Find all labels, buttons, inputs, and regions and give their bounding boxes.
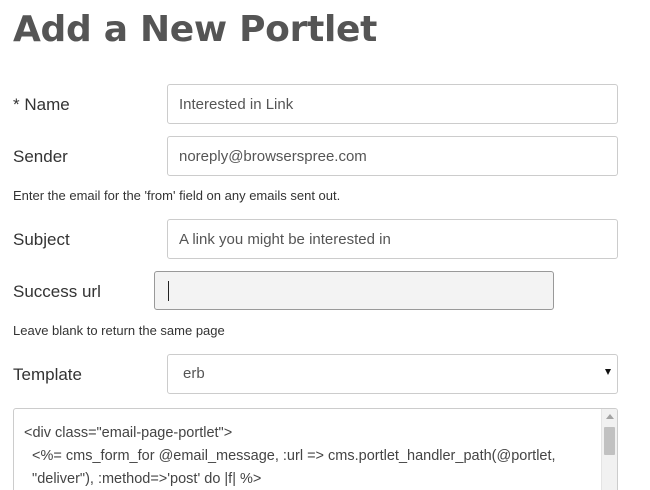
success-url-input[interactable] [154,271,554,310]
text-caret [168,281,169,301]
sender-help-text: Enter the email for the 'from' field on … [13,188,341,203]
scroll-up-arrow-icon[interactable] [606,414,614,419]
template-select[interactable]: erb [167,354,618,394]
success-url-label: Success url [13,282,101,301]
template-label: Template [13,365,82,384]
add-portlet-page: Add a New Portlet * Name Sender Enter th… [0,0,650,490]
sender-input[interactable] [167,136,618,176]
template-selected-value: erb [183,365,205,382]
code-line: "deliver"), :method=>'post' do |f| %> [24,471,262,487]
page-title: Add a New Portlet [13,9,378,50]
code-line: <div class="email-page-portlet"> [24,425,233,441]
scrollbar-thumb[interactable] [604,427,615,455]
name-input[interactable] [167,84,618,124]
code-line: <%= cms_form_for @email_message, :url =>… [24,448,556,464]
name-label: * Name [13,95,70,114]
template-code-textarea[interactable]: <div class="email-page-portlet"> <%= cms… [13,408,618,490]
sender-label: Sender [13,147,68,166]
code-content: <div class="email-page-portlet"> <%= cms… [24,422,599,490]
subject-label: Subject [13,230,70,249]
subject-input[interactable] [167,219,618,259]
success-url-help-text: Leave blank to return the same page [13,323,225,338]
chevron-down-icon [605,369,611,375]
vertical-scrollbar[interactable] [601,409,617,490]
